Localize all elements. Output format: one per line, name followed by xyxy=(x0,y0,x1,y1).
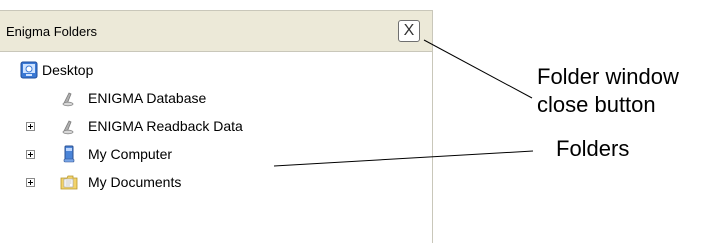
folders-annotation: Folders xyxy=(556,136,630,161)
enigma-folders-panel: Enigma Folders X Desktop ENIGMA Database xyxy=(0,10,433,243)
close-icon: X xyxy=(403,22,415,39)
close-button-callout-line xyxy=(423,39,533,99)
database-icon xyxy=(62,92,74,107)
database-icon xyxy=(62,120,74,135)
folder-window-close-button[interactable]: X xyxy=(398,20,420,42)
tree-item-enigma-readback-data[interactable]: ENIGMA Readback Data xyxy=(0,115,432,137)
desktop-icon xyxy=(20,61,38,79)
tree-item-label: Desktop xyxy=(42,62,94,78)
tree-item-label: My Computer xyxy=(88,146,173,162)
tree-item-label: ENIGMA Readback Data xyxy=(88,118,243,134)
tree-item-my-documents[interactable]: My Documents xyxy=(0,171,432,193)
expand-toggle[interactable] xyxy=(26,122,35,131)
computer-icon xyxy=(63,145,75,163)
close-button-annotation-line1: Folder window xyxy=(537,64,679,89)
documents-folder-icon xyxy=(60,175,78,190)
tree-item-my-computer[interactable]: My Computer xyxy=(0,143,432,165)
expand-toggle[interactable] xyxy=(26,150,35,159)
panel-header: Enigma Folders X xyxy=(0,11,432,52)
tree-item-enigma-database[interactable]: ENIGMA Database xyxy=(0,87,432,109)
panel-title: Enigma Folders xyxy=(6,24,98,39)
expand-toggle[interactable] xyxy=(26,178,35,187)
tree-item-desktop[interactable]: Desktop xyxy=(0,59,432,81)
tree-item-label: My Documents xyxy=(88,174,182,190)
close-button-annotation-line2: close button xyxy=(537,92,656,117)
tree-item-label: ENIGMA Database xyxy=(88,90,207,106)
